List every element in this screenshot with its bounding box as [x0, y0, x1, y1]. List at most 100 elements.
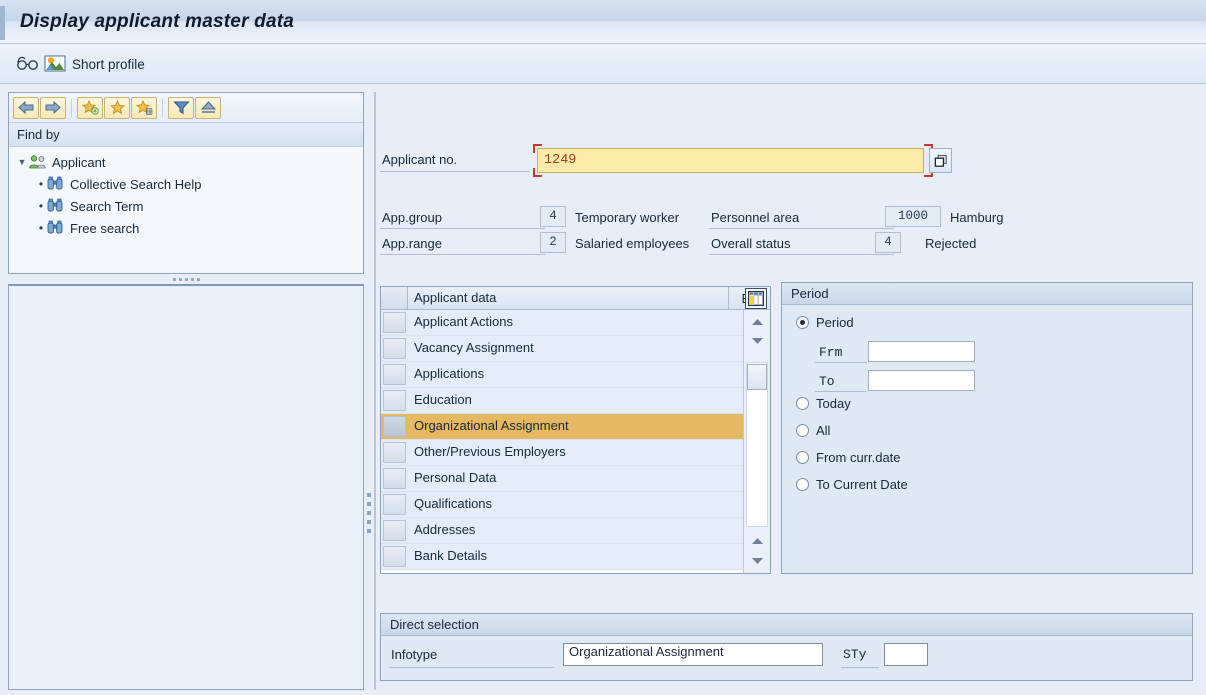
find-by-panel: Find by ▼ Applicant •: [8, 92, 364, 274]
row-label: Organizational Assignment: [414, 418, 569, 433]
period-from-input[interactable]: [868, 341, 975, 362]
radio-all-indicator[interactable]: [796, 424, 809, 437]
sty-input[interactable]: [884, 643, 928, 666]
scroll-up-icon[interactable]: [748, 314, 766, 330]
app-range-key[interactable]: 2: [540, 232, 566, 253]
scroll-page-down-icon[interactable]: [748, 552, 766, 568]
personnel-area-underline: [709, 228, 894, 229]
radio-today[interactable]: Today: [796, 396, 851, 411]
row-selector[interactable]: [383, 416, 406, 437]
table-row[interactable]: Applications: [381, 362, 770, 388]
radio-from-curr-date-label: From curr.date: [816, 450, 901, 465]
page-title: Display applicant master data: [20, 11, 294, 33]
sty-label: STy: [843, 647, 866, 662]
window-title-bar: Display applicant master data: [0, 0, 1206, 44]
period-to-input[interactable]: [868, 370, 975, 391]
applicant-data-list-header: Applicant data E..: [381, 287, 770, 310]
table-row[interactable]: Education: [381, 388, 770, 414]
row-selector[interactable]: [383, 390, 406, 411]
row-selector[interactable]: [383, 546, 406, 567]
list-scrollbar[interactable]: [743, 310, 770, 573]
radio-today-indicator[interactable]: [796, 397, 809, 410]
period-panel: Period Period Frm To Today All From curr…: [781, 282, 1193, 574]
overall-status-label: Overall status: [711, 236, 790, 251]
infotype-input[interactable]: Organizational Assignment: [563, 643, 823, 666]
row-label: Qualifications: [414, 496, 492, 511]
table-settings-icon[interactable]: [745, 288, 767, 309]
funnel-icon[interactable]: [168, 97, 194, 119]
app-group-key[interactable]: 4: [540, 206, 566, 227]
sidebar-item-free-search[interactable]: • Free search: [9, 217, 363, 239]
scroll-page-up-icon[interactable]: [748, 533, 766, 549]
column-header-applicant-data: Applicant data: [414, 290, 496, 305]
personnel-area-label: Personnel area: [711, 210, 799, 225]
app-group-underline: [380, 228, 545, 229]
overall-status-key[interactable]: 4: [875, 232, 901, 253]
table-row[interactable]: Bank Details: [381, 544, 770, 570]
bullet-icon: •: [35, 221, 47, 235]
row-label: Bank Details: [414, 548, 487, 563]
row-selector[interactable]: [383, 468, 406, 489]
table-row[interactable]: Personal Data: [381, 466, 770, 492]
period-to-underline: [815, 391, 867, 392]
row-selector[interactable]: [383, 494, 406, 515]
picture-icon[interactable]: [44, 54, 66, 76]
binoculars-icon: [47, 220, 65, 236]
radio-period[interactable]: Period: [796, 315, 854, 330]
table-row-selected[interactable]: Organizational Assignment: [381, 414, 770, 440]
table-row[interactable]: Applicant Actions: [381, 310, 770, 336]
sidebar-item-search-term[interactable]: • Search Term: [9, 195, 363, 217]
triangle-up-icon[interactable]: [195, 97, 221, 119]
table-row[interactable]: Addresses: [381, 518, 770, 544]
short-profile-label[interactable]: Short profile: [72, 57, 145, 72]
find-by-results-panel: [8, 284, 364, 690]
applicant-data-list: Applicant data E.. Applicant Actions Vac…: [380, 286, 771, 574]
overall-status-underline: [709, 254, 894, 255]
personnel-area-key[interactable]: 1000: [885, 206, 941, 227]
forward-button[interactable]: [40, 97, 66, 119]
back-button[interactable]: [13, 97, 39, 119]
infotype-label: Infotype: [391, 647, 437, 662]
table-row[interactable]: Qualifications: [381, 492, 770, 518]
favorites-button[interactable]: [104, 97, 130, 119]
expand-collapse-icon[interactable]: ▼: [15, 157, 29, 167]
delete-favorite-button[interactable]: [131, 97, 157, 119]
direct-selection-title: Direct selection: [381, 614, 1192, 636]
binoculars-icon: [47, 198, 65, 214]
table-row[interactable]: Vacancy Assignment: [381, 336, 770, 362]
display-glasses-icon[interactable]: [16, 54, 40, 75]
scrollbar-thumb[interactable]: [747, 364, 767, 390]
applicant-no-label-underline: [380, 171, 530, 172]
sidebar-item-label: Search Term: [70, 199, 143, 214]
row-selector[interactable]: [383, 338, 406, 359]
overall-status-text: Rejected: [925, 236, 976, 251]
tree-node-applicant[interactable]: ▼ Applicant: [9, 151, 363, 173]
radio-to-current-date-indicator[interactable]: [796, 478, 809, 491]
select-all-cell[interactable]: [381, 287, 408, 309]
row-selector[interactable]: [383, 442, 406, 463]
radio-to-current-date-label: To Current Date: [816, 477, 908, 492]
applicant-no-input[interactable]: 1249: [537, 148, 924, 173]
radio-from-curr-date-indicator[interactable]: [796, 451, 809, 464]
table-row[interactable]: Other/Previous Employers: [381, 440, 770, 466]
radio-to-current-date[interactable]: To Current Date: [796, 477, 908, 492]
radio-from-curr-date[interactable]: From curr.date: [796, 450, 901, 465]
title-accent-bar: [0, 6, 5, 40]
radio-all-label: All: [816, 423, 830, 438]
row-label: Education: [414, 392, 472, 407]
radio-all[interactable]: All: [796, 423, 830, 438]
add-favorite-button[interactable]: [77, 97, 103, 119]
main-content: Applicant no. 1249 App.group 4 Temporary…: [380, 92, 1198, 690]
scroll-down-icon[interactable]: [748, 332, 766, 348]
matchcode-icon[interactable]: [929, 148, 952, 173]
sidebar-item-collective-search-help[interactable]: • Collective Search Help: [9, 173, 363, 195]
row-selector[interactable]: [383, 312, 406, 333]
vertical-splitter[interactable]: [364, 490, 374, 536]
radio-period-indicator[interactable]: [796, 316, 809, 329]
horizontal-splitter[interactable]: [8, 274, 364, 284]
row-selector[interactable]: [383, 520, 406, 541]
sidebar-item-label: Collective Search Help: [70, 177, 202, 192]
row-selector[interactable]: [383, 364, 406, 385]
row-label: Vacancy Assignment: [414, 340, 534, 355]
row-label: Addresses: [414, 522, 475, 537]
